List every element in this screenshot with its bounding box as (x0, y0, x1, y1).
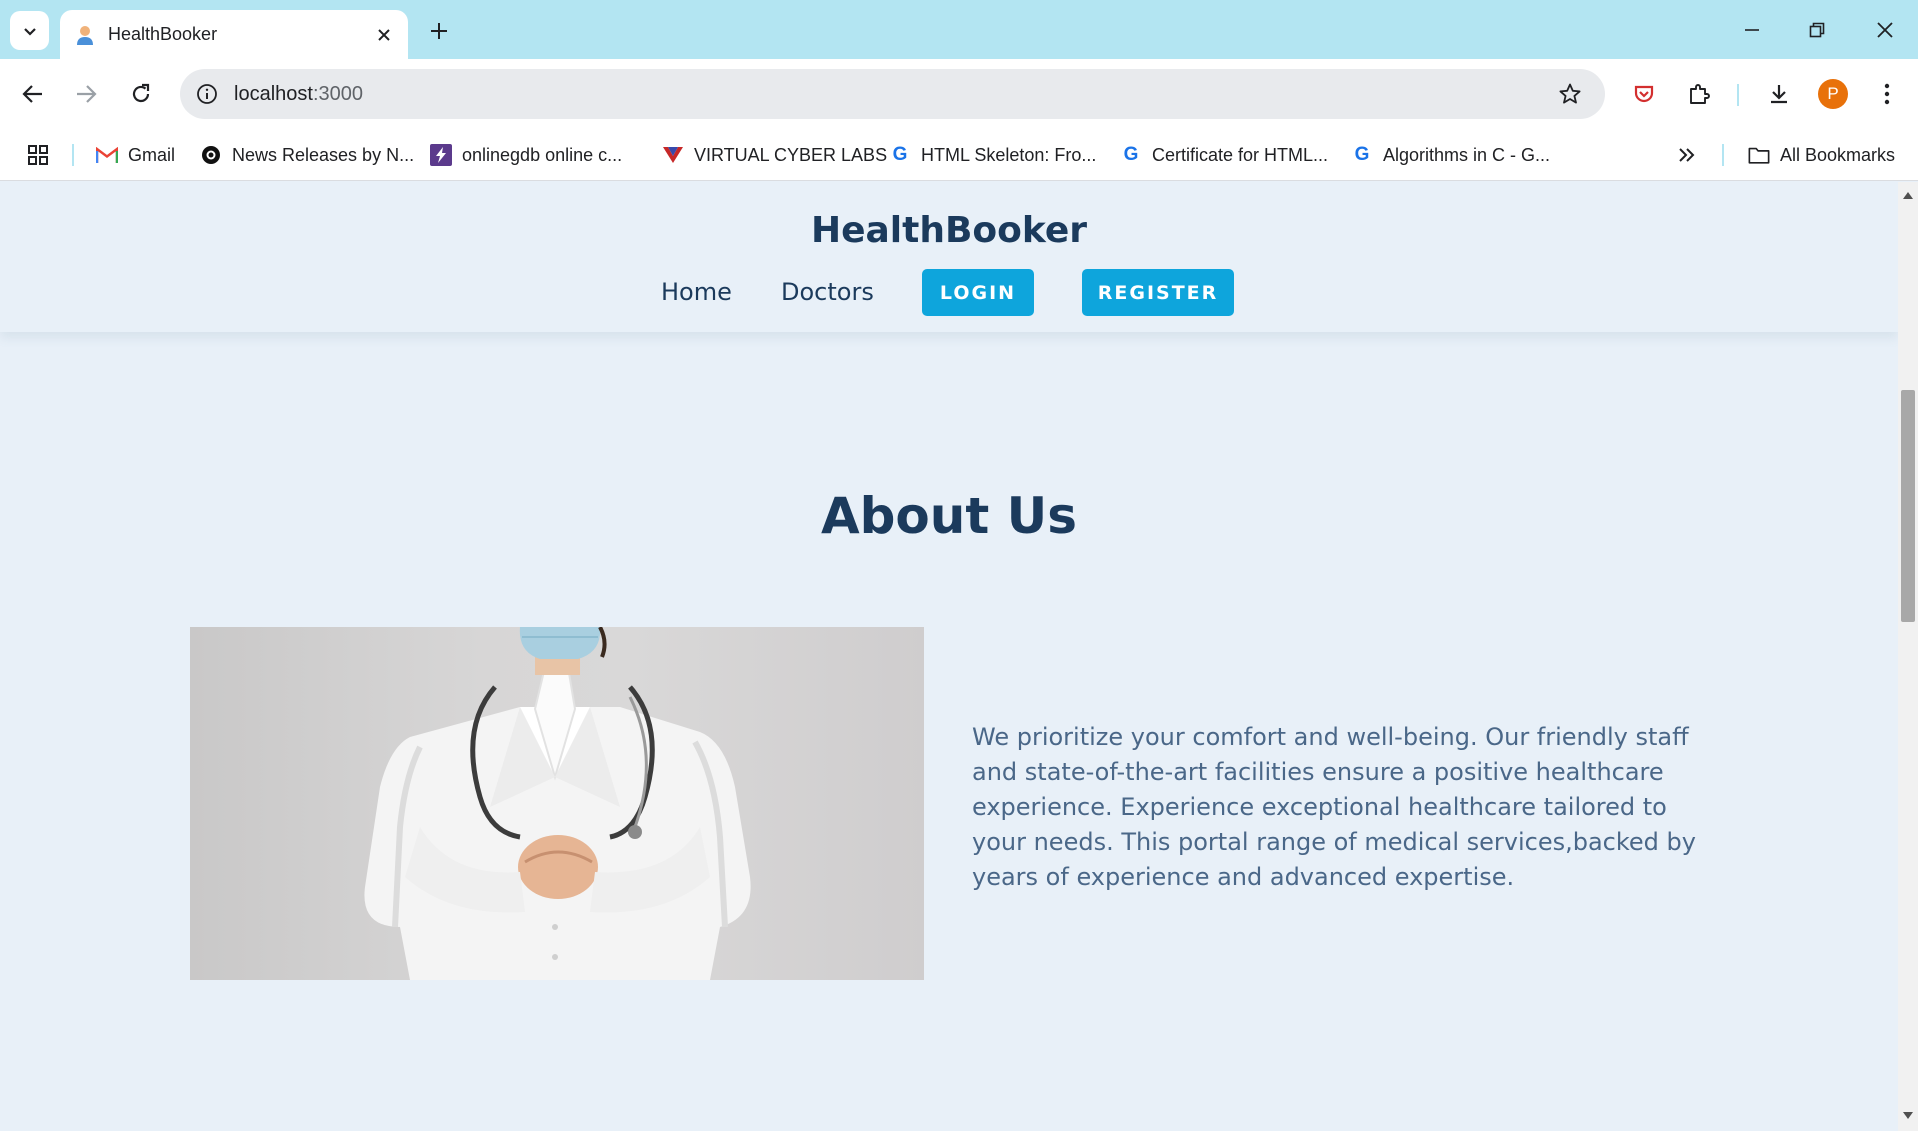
all-bookmarks-button[interactable]: All Bookmarks (1748, 129, 1895, 181)
nav-doctors-link[interactable]: Doctors (781, 278, 874, 306)
arrow-left-icon (22, 85, 42, 103)
profile-avatar: P (1818, 79, 1848, 109)
browser-tab-active[interactable]: HealthBooker (60, 10, 408, 59)
bookmark-html-skeleton[interactable]: G HTML Skeleton: Fro... (889, 129, 1097, 181)
nav-home-link[interactable]: Home (661, 278, 732, 306)
url-text[interactable]: localhost:3000 (234, 83, 1555, 106)
g-icon: G (892, 144, 908, 165)
bookmark-news-releases[interactable]: News Releases by N... (200, 129, 414, 181)
site-brand[interactable]: HealthBooker (0, 210, 1898, 251)
login-button[interactable]: LOGIN (922, 269, 1034, 316)
chevron-down-icon (23, 27, 36, 36)
web-page: HealthBooker Home Doctors LOGIN REGISTER… (0, 182, 1898, 1131)
close-icon[interactable] (370, 21, 398, 49)
bookmark-label: Certificate for HTML... (1152, 144, 1329, 165)
extensions-puzzle-icon[interactable] (1681, 76, 1717, 112)
bookmarks-divider (72, 144, 74, 166)
bookmark-gmail[interactable]: Gmail (96, 129, 175, 181)
site-info-icon[interactable] (194, 81, 220, 107)
folder-icon (1748, 144, 1770, 166)
downloads-icon[interactable] (1761, 76, 1797, 112)
site-header: HealthBooker Home Doctors LOGIN REGISTER (0, 182, 1898, 332)
browser-toolbar: localhost:3000 P (0, 59, 1918, 129)
restore-button[interactable] (1795, 10, 1839, 50)
restore-icon (1809, 22, 1825, 38)
address-bar[interactable]: localhost:3000 (180, 69, 1605, 119)
bookmarks-bar: Gmail News Releases by N... onlinegdb on… (0, 129, 1918, 181)
bookmarks-divider (1722, 144, 1724, 166)
bookmark-algorithms-in-c[interactable]: G Algorithms in C - G... (1351, 129, 1550, 181)
url-port: :3000 (312, 82, 363, 105)
new-tab-button[interactable] (423, 15, 455, 47)
v-logo-icon (662, 144, 684, 166)
url-host: localhost (234, 82, 313, 105)
bookmark-label: VIRTUAL CYBER LABS (694, 144, 888, 165)
close-icon (1877, 22, 1893, 38)
browser-menu-icon[interactable] (1869, 76, 1905, 112)
browser-titlebar: HealthBooker (0, 0, 1918, 59)
profile-button[interactable]: P (1815, 76, 1851, 112)
more-bookmarks-button[interactable] (1678, 129, 1696, 181)
close-window-button[interactable] (1863, 10, 1907, 50)
minimize-icon (1745, 29, 1759, 31)
minimize-button[interactable] (1730, 10, 1774, 50)
double-chevron-right-icon (1679, 148, 1695, 162)
page-scrollbar[interactable] (1898, 182, 1918, 1131)
bookmark-label: Algorithms in C - G... (1383, 144, 1551, 165)
doctor-photo (190, 627, 924, 980)
register-button[interactable]: REGISTER (1082, 269, 1234, 316)
back-button[interactable] (15, 76, 51, 112)
record-icon (200, 144, 222, 166)
bookmark-star-icon[interactable] (1555, 79, 1585, 109)
about-us-heading: About Us (820, 487, 1078, 545)
scrollbar-thumb[interactable] (1901, 390, 1915, 622)
bookmark-certificate-html[interactable]: G Certificate for HTML... (1120, 129, 1328, 181)
about-us-description: We prioritize your comfort and well-bein… (972, 723, 1696, 891)
reload-icon (132, 83, 150, 103)
bookmark-label: onlinegdb online c... (462, 144, 623, 165)
bookmark-virtual-cyber-labs[interactable]: VIRTUAL CYBER LABS (662, 129, 887, 181)
doctor-favicon-icon (74, 24, 96, 46)
apps-grid-icon[interactable] (27, 129, 49, 181)
reload-button[interactable] (123, 76, 159, 112)
all-bookmarks-label: All Bookmarks (1780, 144, 1896, 165)
arrow-right-icon (77, 85, 97, 103)
bolt-icon (430, 144, 452, 166)
tab-search-button[interactable] (10, 11, 49, 50)
scroll-up-arrow-icon[interactable] (1898, 188, 1918, 202)
g-icon: G (1123, 144, 1139, 165)
bookmark-onlinegdb[interactable]: onlinegdb online c... (430, 129, 622, 181)
scroll-down-arrow-icon[interactable] (1898, 1109, 1918, 1123)
forward-button[interactable] (68, 76, 104, 112)
gmail-icon (96, 144, 118, 166)
bookmark-label: HTML Skeleton: Fro... (921, 144, 1097, 165)
plus-icon (431, 23, 447, 39)
bookmark-label: Gmail (128, 144, 176, 165)
bookmark-label: News Releases by N... (232, 144, 415, 165)
tab-title: HealthBooker (108, 24, 218, 44)
toolbar-divider (1737, 84, 1739, 106)
pocket-extension-icon[interactable] (1626, 76, 1662, 112)
g-icon: G (1354, 144, 1370, 165)
